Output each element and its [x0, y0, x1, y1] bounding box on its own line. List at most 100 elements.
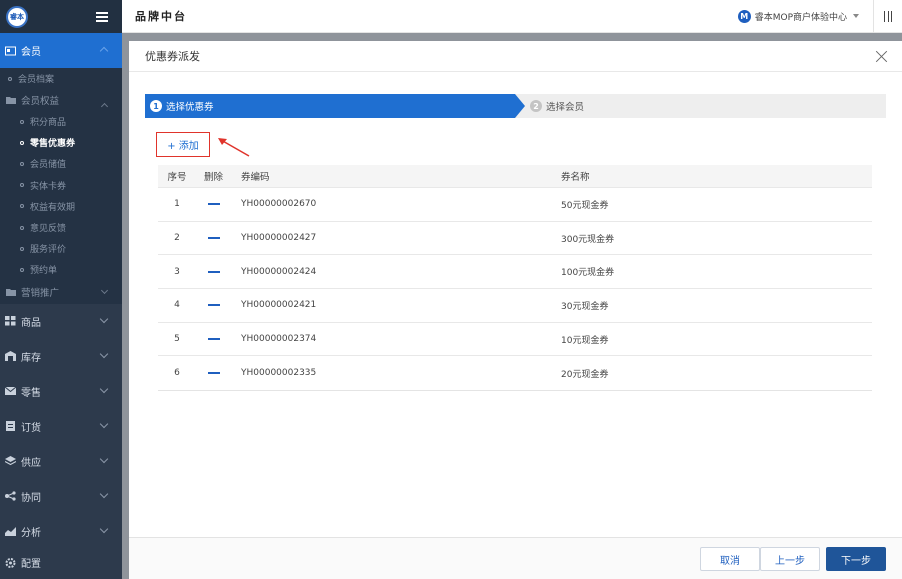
cell-code: YH00000002374 — [241, 334, 317, 345]
nav-member-rights-label: 会员权益 — [21, 96, 60, 107]
bullet-icon — [20, 183, 24, 188]
nav-member-label: 会员 — [21, 47, 41, 58]
page-title: 品牌中台 — [135, 10, 187, 23]
annotation-arrow-icon — [218, 138, 250, 157]
warehouse-icon — [5, 351, 16, 361]
dropdown-caret-icon — [853, 14, 859, 18]
next-step-button[interactable]: 下一步 — [826, 547, 886, 571]
delete-icon — [207, 203, 220, 206]
delete-button[interactable] — [196, 372, 231, 375]
logo-text: 睿本 — [10, 12, 24, 21]
delete-icon — [207, 237, 220, 240]
nav-inventory[interactable]: 库存 — [0, 339, 122, 374]
table-row: 2 YH00000002427 300元现金券 — [158, 222, 872, 256]
grid-icon — [5, 316, 16, 326]
dialog-footer: 取消 上一步 下一步 — [129, 537, 902, 579]
nav-points-goods[interactable]: 积分商品 — [0, 111, 122, 133]
logo-bar: 睿本 — [0, 0, 122, 33]
nav-leaf-label: 实体卡券 — [30, 181, 67, 192]
nav-supply[interactable]: 供应 — [0, 444, 122, 479]
nav-collab[interactable]: 协同 — [0, 479, 122, 514]
app: 睿本 会员 会员档案 会员权益 积分商品 零售优惠券 会员储值 实体卡券 权益有… — [0, 0, 902, 579]
menu-icon[interactable] — [96, 11, 108, 22]
add-coupon-button[interactable]: + 添加 — [156, 132, 210, 157]
table-header: 序号 删除 券编码 券名称 — [158, 165, 872, 188]
nav-goods[interactable]: 商品 — [0, 304, 122, 339]
chart-icon — [5, 527, 16, 536]
store-selector[interactable]: M 睿本MOP商户体验中心 — [737, 9, 859, 23]
nav-member[interactable]: 会员 — [0, 33, 122, 68]
cell-name: 10元现金券 — [561, 335, 609, 346]
apps-icon[interactable] — [884, 10, 892, 22]
cell-name: 300元现金券 — [561, 234, 615, 245]
nav-member-rights[interactable]: 会员权益 — [0, 89, 122, 111]
step-label: 选择优惠券 — [166, 102, 214, 113]
nav-feedback[interactable]: 意见反馈 — [0, 216, 122, 239]
nav-order[interactable]: 订货 — [0, 409, 122, 444]
nav-marketing[interactable]: 营销推广 — [0, 280, 122, 304]
cell-name: 20元现金券 — [561, 369, 609, 380]
nav-service-review[interactable]: 服务评价 — [0, 238, 122, 260]
cell-no: 3 — [174, 266, 180, 277]
coupon-dispatch-dialog: 优惠券派发 1 选择优惠券 2 选择会员 + 添加 序号 删除 券编码 券名称 — [129, 41, 902, 579]
col-header-delete: 删除 — [203, 172, 223, 183]
dialog-title: 优惠券派发 — [145, 50, 200, 63]
coupon-table: 序号 删除 券编码 券名称 1 YH00000002670 50元现金券 2 Y… — [158, 165, 872, 392]
clipboard-icon — [6, 421, 15, 431]
nav-member-deposit[interactable]: 会员储值 — [0, 153, 122, 175]
cell-no: 4 — [174, 300, 180, 311]
bullet-icon — [8, 76, 12, 81]
cell-no: 1 — [174, 199, 180, 210]
layers-icon — [5, 456, 16, 466]
sidebar: 睿本 会员 会员档案 会员权益 积分商品 零售优惠券 会员储值 实体卡券 权益有… — [0, 0, 122, 579]
chevron-down-icon — [99, 419, 109, 428]
nav-reservation[interactable]: 预约单 — [0, 259, 122, 281]
cell-code: YH00000002670 — [241, 199, 317, 210]
nav-member-archive-label: 会员档案 — [18, 75, 55, 85]
delete-button[interactable] — [196, 270, 231, 273]
chevron-down-icon — [99, 349, 109, 358]
close-icon[interactable] — [876, 50, 888, 62]
step-select-member: 2 选择会员 — [530, 94, 584, 118]
delete-button[interactable] — [196, 338, 231, 341]
nav-analysis[interactable]: 分析 — [0, 514, 122, 549]
chevron-down-icon — [99, 454, 109, 463]
chevron-up-icon — [99, 46, 109, 56]
nav-rights-validity[interactable]: 权益有效期 — [0, 195, 122, 217]
delete-button[interactable] — [196, 203, 231, 206]
table-row: 6 YH00000002335 20元现金券 — [158, 356, 872, 390]
cancel-button[interactable]: 取消 — [700, 547, 760, 571]
share-icon — [5, 491, 16, 501]
nav-leaf-label: 会员储值 — [30, 160, 67, 171]
cell-code: YH00000002424 — [241, 266, 317, 277]
add-coupon-label: + 添加 — [167, 141, 199, 152]
folder-icon — [6, 97, 16, 104]
cell-name: 50元现金券 — [561, 200, 609, 211]
store-avatar: M — [737, 9, 751, 23]
step-select-coupon: 1 选择优惠券 — [145, 94, 525, 118]
previous-step-button[interactable]: 上一步 — [760, 547, 820, 571]
nav-config-label: 配置 — [21, 559, 41, 570]
nav-retail[interactable]: 零售 — [0, 374, 122, 409]
delete-button[interactable] — [196, 304, 231, 307]
bullet-icon — [20, 119, 24, 124]
bullet-icon — [20, 267, 24, 272]
nav-retail-coupon[interactable]: 零售优惠券 — [0, 132, 122, 154]
delete-icon — [207, 372, 220, 375]
nav-config[interactable]: 配置 — [0, 549, 122, 577]
bullet-icon — [20, 204, 24, 209]
chevron-up-icon — [100, 102, 109, 111]
bullet-icon — [20, 161, 24, 166]
topbar: 品牌中台 M 睿本MOP商户体验中心 — [122, 0, 902, 33]
delete-button[interactable] — [196, 237, 231, 240]
step-indicator: 1 选择优惠券 2 选择会员 — [145, 94, 886, 118]
col-header-no: 序号 — [167, 172, 187, 183]
dialog-header: 优惠券派发 — [129, 41, 902, 72]
cell-code: YH00000002335 — [241, 368, 317, 379]
nav-retail-label: 零售 — [21, 387, 41, 399]
step-label: 选择会员 — [546, 102, 585, 113]
nav-inventory-label: 库存 — [21, 352, 41, 364]
mail-icon — [5, 386, 16, 395]
nav-member-archive[interactable]: 会员档案 — [0, 68, 122, 89]
nav-physical-card[interactable]: 实体卡券 — [0, 174, 122, 196]
